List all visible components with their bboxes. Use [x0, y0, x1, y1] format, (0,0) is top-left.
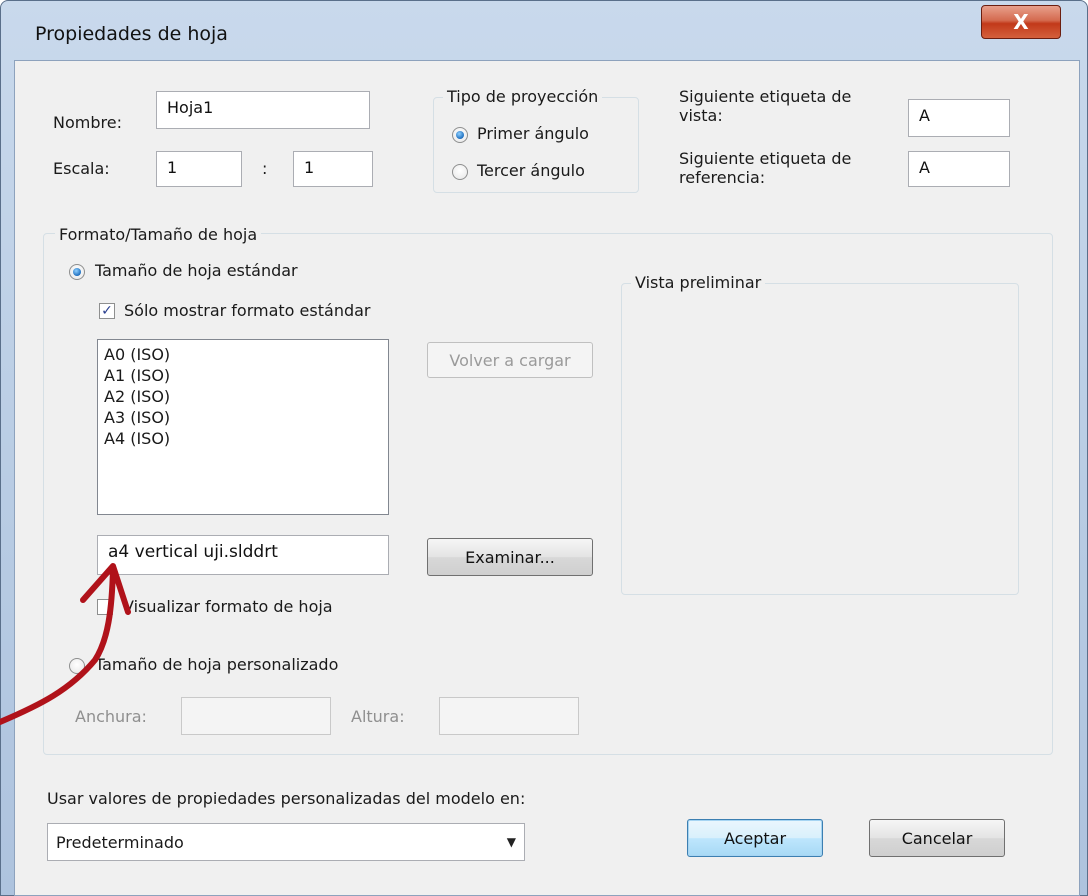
- browse-button[interactable]: Examinar...: [427, 538, 593, 576]
- custom-size-label[interactable]: Tamaño de hoja personalizado: [95, 655, 338, 674]
- format-group-title: Formato/Tamaño de hoja: [55, 225, 262, 244]
- only-standard-checkbox[interactable]: ✓: [99, 303, 115, 319]
- only-standard-label[interactable]: Sólo mostrar formato estándar: [124, 301, 371, 320]
- format-file-input[interactable]: a4 vertical uji.slddrt: [97, 535, 389, 575]
- title-bar[interactable]: Propiedades de hoja X: [1, 1, 1087, 61]
- width-input[interactable]: [181, 697, 331, 735]
- scale-numerator-input[interactable]: 1: [156, 151, 242, 187]
- third-angle-label[interactable]: Tercer ángulo: [477, 161, 585, 180]
- cancel-button[interactable]: Cancelar: [869, 819, 1005, 857]
- next-reference-input[interactable]: A: [908, 151, 1010, 187]
- sheet-size-list[interactable]: A0 (ISO) A1 (ISO) A2 (ISO) A3 (ISO) A4 (…: [97, 339, 389, 515]
- chevron-down-icon[interactable]: ▼: [507, 835, 516, 849]
- custom-properties-select[interactable]: Predeterminado ▼: [47, 823, 525, 861]
- display-format-checkbox[interactable]: [97, 599, 113, 615]
- dialog-body: Nombre: Hoja1 Escala: 1 : 1 Tipo de proy…: [14, 60, 1080, 896]
- list-item[interactable]: A1 (ISO): [104, 365, 382, 386]
- width-label: Anchura:: [75, 707, 147, 726]
- reload-button[interactable]: Volver a cargar: [427, 342, 593, 378]
- first-angle-radio[interactable]: [452, 127, 468, 143]
- dialog-title: Propiedades de hoja: [35, 23, 228, 45]
- preview-group-title: Vista preliminar: [631, 273, 766, 292]
- list-item[interactable]: A0 (ISO): [104, 344, 382, 365]
- name-input[interactable]: Hoja1: [156, 91, 370, 129]
- checkmark-icon: ✓: [101, 303, 113, 319]
- standard-size-radio[interactable]: [69, 264, 85, 280]
- scale-separator: :: [262, 159, 268, 178]
- first-angle-label[interactable]: Primer ángulo: [477, 124, 589, 143]
- height-input[interactable]: [439, 697, 579, 735]
- standard-size-label[interactable]: Tamaño de hoja estándar: [95, 261, 298, 280]
- custom-properties-value: Predeterminado: [56, 832, 184, 852]
- close-icon: X: [1013, 10, 1029, 34]
- list-item[interactable]: A2 (ISO): [104, 386, 382, 407]
- list-item[interactable]: A4 (ISO): [104, 428, 382, 449]
- display-format-label[interactable]: Visualizar formato de hoja: [123, 597, 333, 616]
- list-item[interactable]: A3 (ISO): [104, 407, 382, 428]
- name-label: Nombre:: [53, 113, 122, 132]
- ok-button[interactable]: Aceptar: [687, 819, 823, 857]
- next-view-input[interactable]: A: [908, 99, 1010, 137]
- custom-size-radio[interactable]: [69, 658, 85, 674]
- preview-group: [621, 283, 1019, 595]
- next-view-label: Siguiente etiqueta de vista:: [679, 87, 852, 125]
- scale-denominator-input[interactable]: 1: [293, 151, 373, 187]
- projection-group-title: Tipo de proyección: [443, 87, 603, 106]
- third-angle-radio[interactable]: [452, 164, 468, 180]
- custom-properties-label: Usar valores de propiedades personalizad…: [47, 789, 526, 808]
- height-label: Altura:: [351, 707, 405, 726]
- next-reference-label: Siguiente etiqueta de referencia:: [679, 149, 852, 187]
- close-button[interactable]: X: [981, 5, 1061, 39]
- scale-label: Escala:: [53, 159, 110, 178]
